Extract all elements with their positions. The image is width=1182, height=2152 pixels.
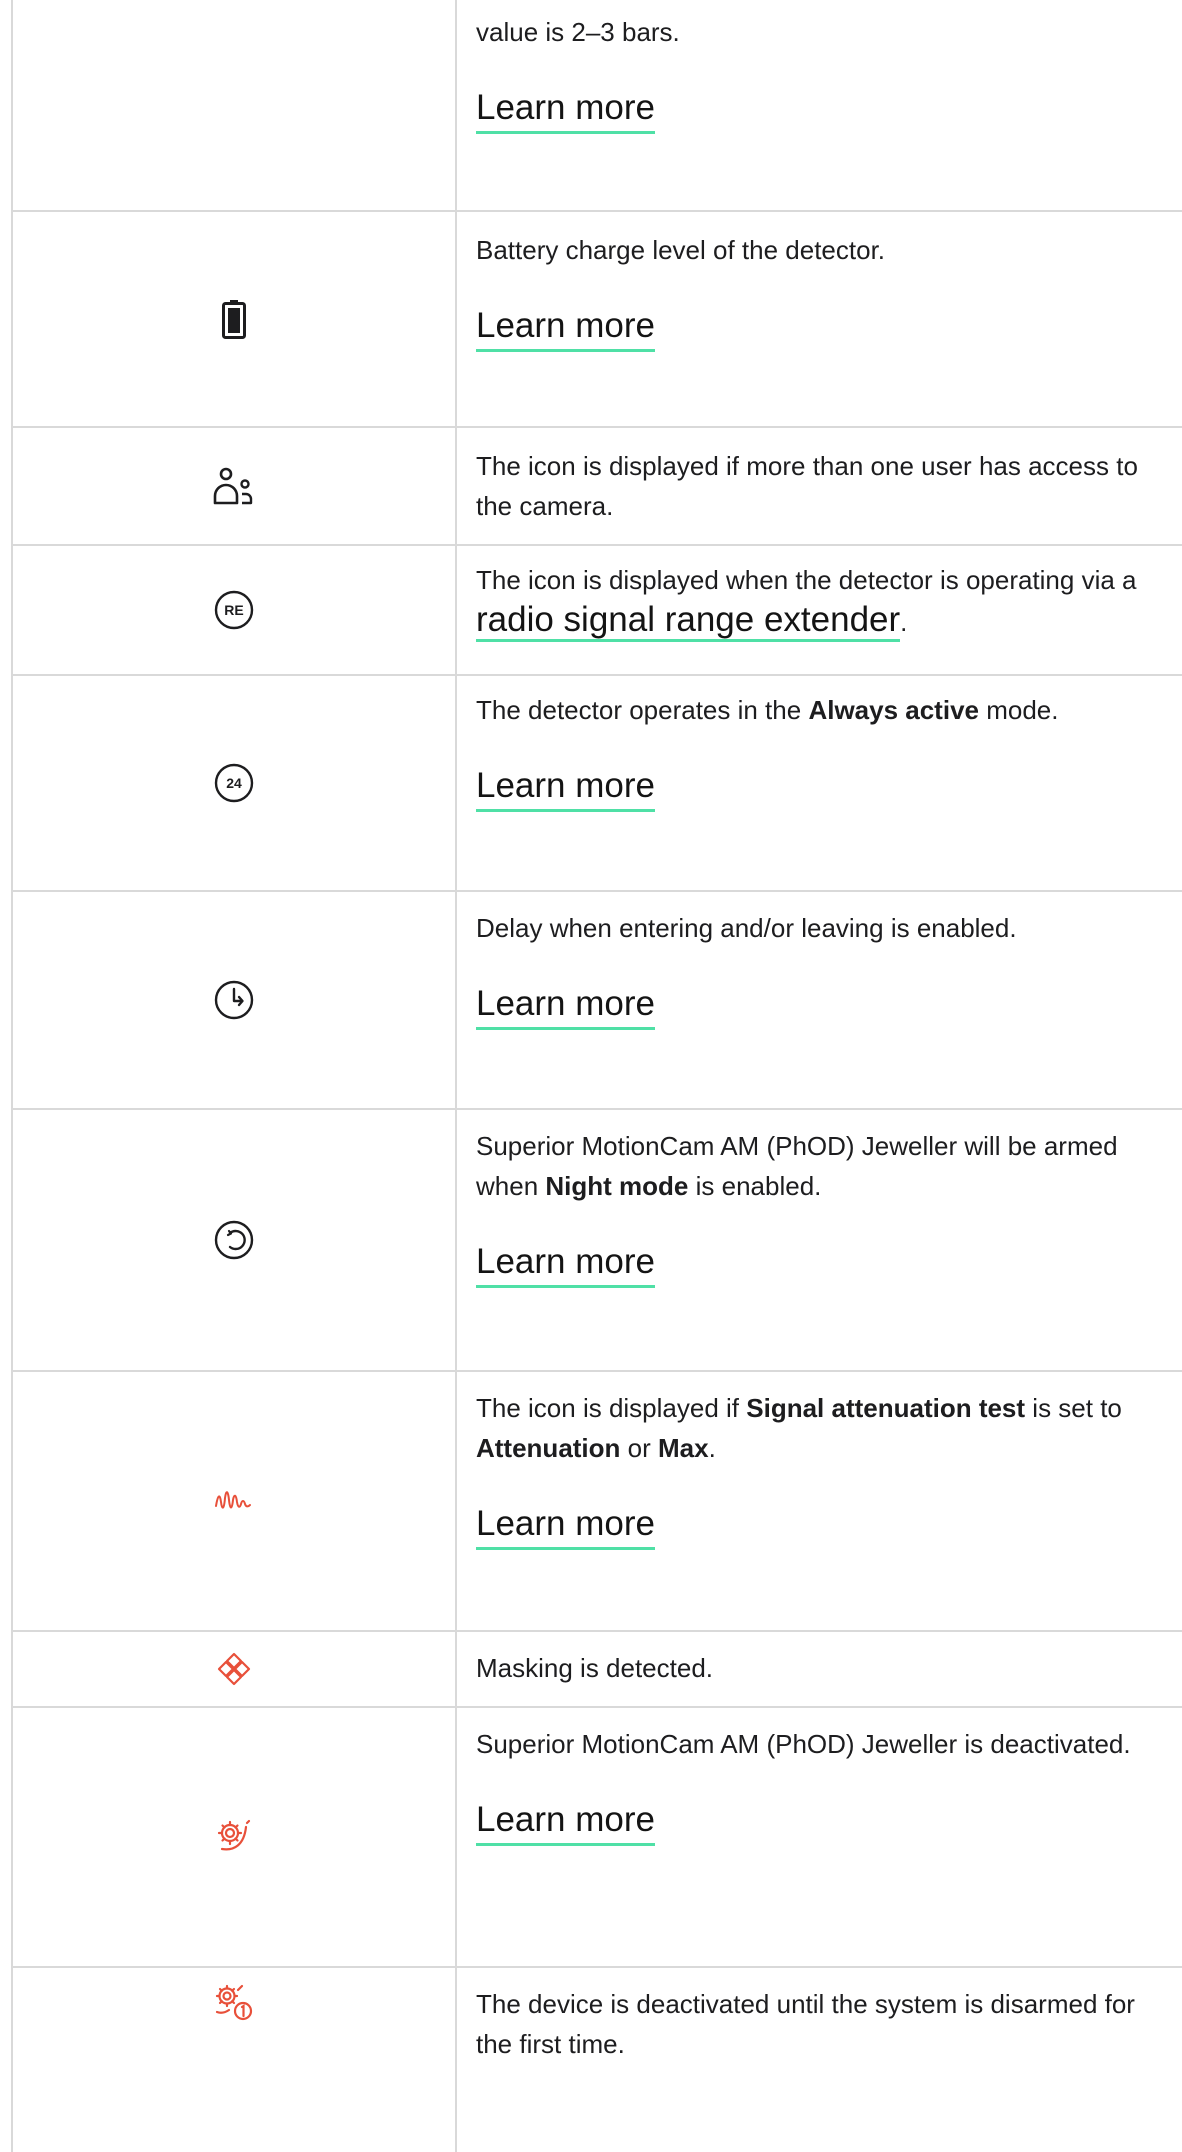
table-row: RE The icon is displayed when the detect… [0, 546, 1182, 674]
icons-table: value is 2–3 bars. Learn more Battery ch… [0, 0, 1182, 2152]
row-description: Masking is detected. [476, 1653, 714, 1683]
svg-text:24: 24 [226, 775, 242, 791]
table-row: Superior MotionCam AM (PhOD) Jeweller wi… [0, 1110, 1182, 1370]
range-extender-link[interactable]: radio signal range extender [476, 600, 901, 642]
learn-more-link[interactable]: Learn more [476, 86, 655, 134]
deactivated-icon [217, 1819, 251, 1851]
battery-icon [222, 300, 246, 339]
svg-text:RE: RE [224, 602, 243, 618]
row-description: Superior MotionCam AM (PhOD) Jeweller wi… [476, 1131, 1118, 1201]
learn-more-link[interactable]: Learn more [476, 764, 655, 812]
deactivated-until-disarm-icon [215, 1984, 253, 2021]
learn-more-link[interactable]: Learn more [476, 1798, 655, 1846]
row-description: Delay when entering and/or leaving is en… [476, 913, 1017, 943]
masking-icon [217, 1652, 251, 1686]
row-description: The device is deactivated until the syst… [476, 1989, 1135, 2059]
learn-more-link[interactable]: Learn more [476, 1240, 655, 1288]
table-row: Battery charge level of the detector. Le… [0, 212, 1182, 426]
range-extender-icon: RE [214, 590, 254, 630]
learn-more-link[interactable]: Learn more [476, 304, 655, 352]
table-row: Delay when entering and/or leaving is en… [0, 892, 1182, 1108]
users-icon [213, 467, 253, 505]
row-description: The icon is displayed when the detector … [476, 560, 1166, 642]
delay-clock-icon [214, 980, 254, 1020]
row-description: value is 2–3 bars. [476, 17, 680, 47]
table-row: Masking is detected. [0, 1632, 1182, 1706]
table-row: value is 2–3 bars. Learn more [0, 0, 1182, 210]
table-row: The device is deactivated until the syst… [0, 1968, 1182, 2152]
night-mode-icon [214, 1220, 254, 1260]
row-description: Superior MotionCam AM (PhOD) Jeweller is… [476, 1729, 1131, 1759]
row-description: The icon is displayed if more than one u… [476, 451, 1138, 521]
table-row: The icon is displayed if Signal attenuat… [0, 1372, 1182, 1630]
always-active-icon: 24 [214, 763, 254, 803]
row-description: The detector operates in the Always acti… [476, 695, 1059, 725]
table-row: 24 The detector operates in the Always a… [0, 676, 1182, 890]
learn-more-link[interactable]: Learn more [476, 1502, 655, 1550]
table-row: The icon is displayed if more than one u… [0, 428, 1182, 544]
row-description: Battery charge level of the detector. [476, 235, 886, 265]
signal-attenuation-icon [215, 1491, 251, 1509]
learn-more-link[interactable]: Learn more [476, 982, 655, 1030]
table-row: Superior MotionCam AM (PhOD) Jeweller is… [0, 1708, 1182, 1966]
row-description: The icon is displayed if Signal attenuat… [476, 1393, 1122, 1463]
